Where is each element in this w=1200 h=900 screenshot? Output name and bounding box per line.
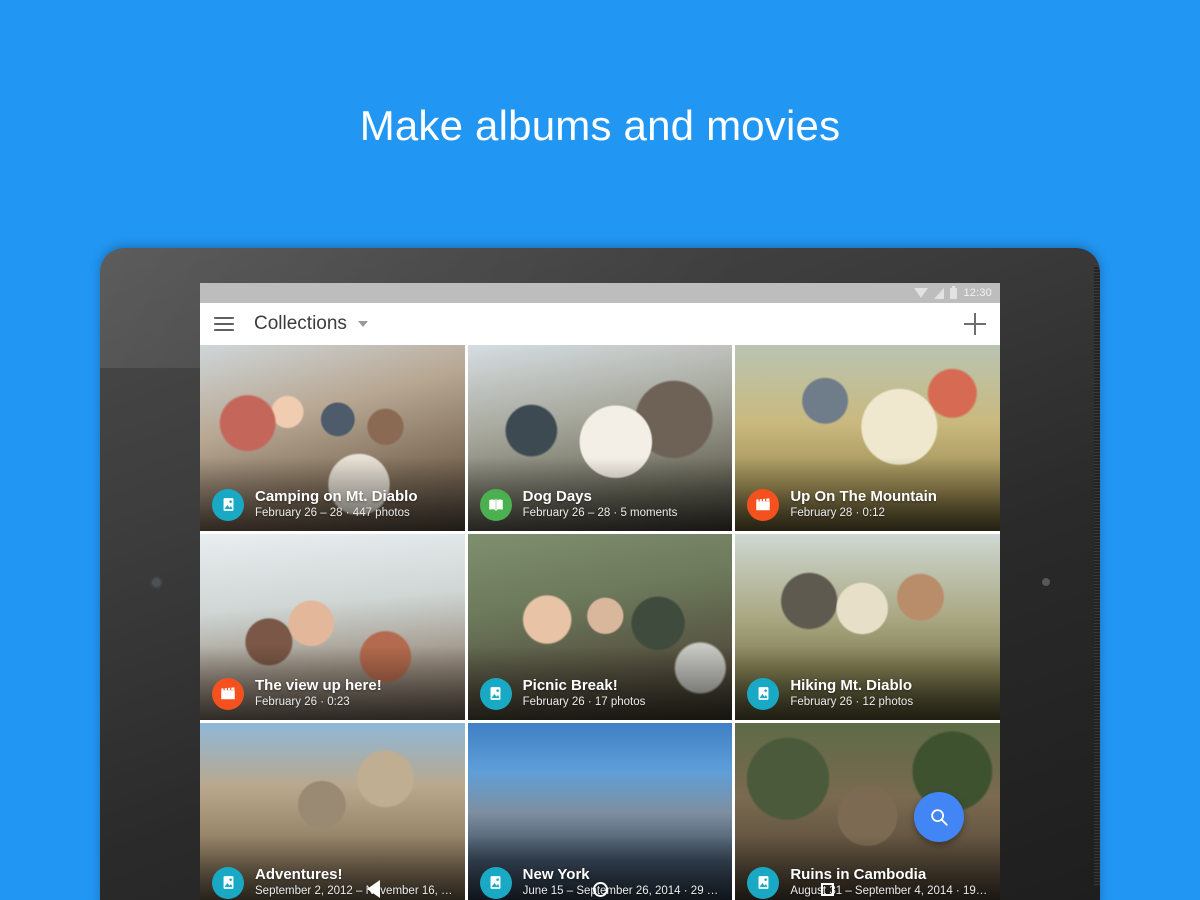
search-fab-button[interactable] (914, 792, 964, 842)
collection-subtitle: February 28 · 0:12 (790, 507, 885, 519)
movie-clapper-icon (212, 677, 244, 710)
collection-subtitle: February 26 · 12 photos (790, 696, 914, 708)
tile-text: Picnic Break! February 26 · 17 photos (523, 677, 646, 710)
tile-text: Camping on Mt. Diablo February 26 – 28 · … (255, 488, 418, 521)
tile-meta: Picnic Break! February 26 · 17 photos (479, 677, 723, 710)
collection-tile[interactable]: Picnic Break! February 26 · 17 photos (467, 534, 733, 720)
collection-title: Camping on Mt. Diablo (255, 488, 418, 505)
tile-meta: The view up here! February 26 · 0:23 (212, 677, 455, 710)
collection-title: Dog Days (522, 488, 592, 505)
app-bar-title: Collections (254, 313, 347, 334)
album-photo-icon (479, 677, 512, 710)
tile-text: Dog Days February 26 – 28 · 5 moments (523, 488, 678, 521)
status-bar: 12:30 (200, 283, 1000, 303)
battery-icon (950, 285, 958, 299)
front-camera-icon (152, 578, 161, 587)
android-navigation-bar (200, 870, 1000, 900)
collection-title: Picnic Break! (522, 677, 618, 694)
device-right-edge (1094, 266, 1100, 886)
collection-title: The view up here! (255, 677, 382, 694)
recents-square-icon[interactable] (820, 882, 834, 896)
tile-meta: Up On The Mountain February 28 · 0:12 (747, 488, 990, 521)
tile-text: The view up here! February 26 · 0:23 (255, 677, 382, 710)
caret-down-icon[interactable] (357, 321, 368, 327)
album-photo-icon (212, 488, 244, 521)
tile-meta: Hiking Mt. Diablo February 26 · 12 photos (747, 677, 990, 710)
app-bar: Collections (200, 303, 1000, 345)
sensor-dot-icon (1042, 578, 1050, 586)
album-photo-icon (747, 677, 780, 710)
tablet-screen: 12:30 Collections Camping on Mt. Diablo F… (200, 283, 1000, 900)
home-circle-icon[interactable] (592, 881, 608, 897)
hamburger-menu-icon[interactable] (214, 317, 234, 331)
collection-tile[interactable]: Dog Days February 26 – 28 · 5 moments (467, 345, 733, 531)
tile-text: Hiking Mt. Diablo February 26 · 12 photos (790, 677, 913, 710)
collections-grid: Camping on Mt. Diablo February 26 – 28 · … (200, 345, 1000, 900)
collection-tile[interactable]: Up On The Mountain February 28 · 0:12 (735, 345, 1000, 531)
movie-clapper-icon (747, 488, 780, 521)
collection-tile[interactable]: Camping on Mt. Diablo February 26 – 28 · … (200, 345, 465, 531)
wifi-icon (914, 288, 929, 298)
status-bar-clock: 12:30 (963, 287, 992, 299)
collection-subtitle: February 26 – 28 · 447 photos (255, 507, 410, 519)
tile-meta: Dog Days February 26 – 28 · 5 moments (479, 488, 723, 521)
plus-icon[interactable] (964, 313, 986, 335)
back-triangle-icon[interactable] (366, 880, 380, 898)
page-title: Make albums and movies (359, 102, 841, 149)
collection-subtitle: February 26 · 17 photos (522, 696, 646, 708)
status-bar-icons (914, 285, 958, 299)
signal-icon (934, 287, 945, 299)
search-icon (931, 809, 948, 826)
story-book-icon (479, 488, 512, 521)
collection-title: Hiking Mt. Diablo (790, 677, 912, 694)
collection-subtitle: February 26 – 28 · 5 moments (522, 507, 678, 519)
tile-text: Up On The Mountain February 28 · 0:12 (790, 488, 937, 521)
collection-subtitle: February 26 · 0:23 (255, 696, 350, 708)
collection-title: Up On The Mountain (790, 488, 937, 505)
collection-tile[interactable]: Hiking Mt. Diablo February 26 · 12 photos (735, 534, 1000, 720)
tile-meta: Camping on Mt. Diablo February 26 – 28 · … (212, 488, 455, 521)
collection-tile[interactable]: The view up here! February 26 · 0:23 (200, 534, 465, 720)
tablet-device-frame: 12:30 Collections Camping on Mt. Diablo F… (100, 248, 1100, 900)
